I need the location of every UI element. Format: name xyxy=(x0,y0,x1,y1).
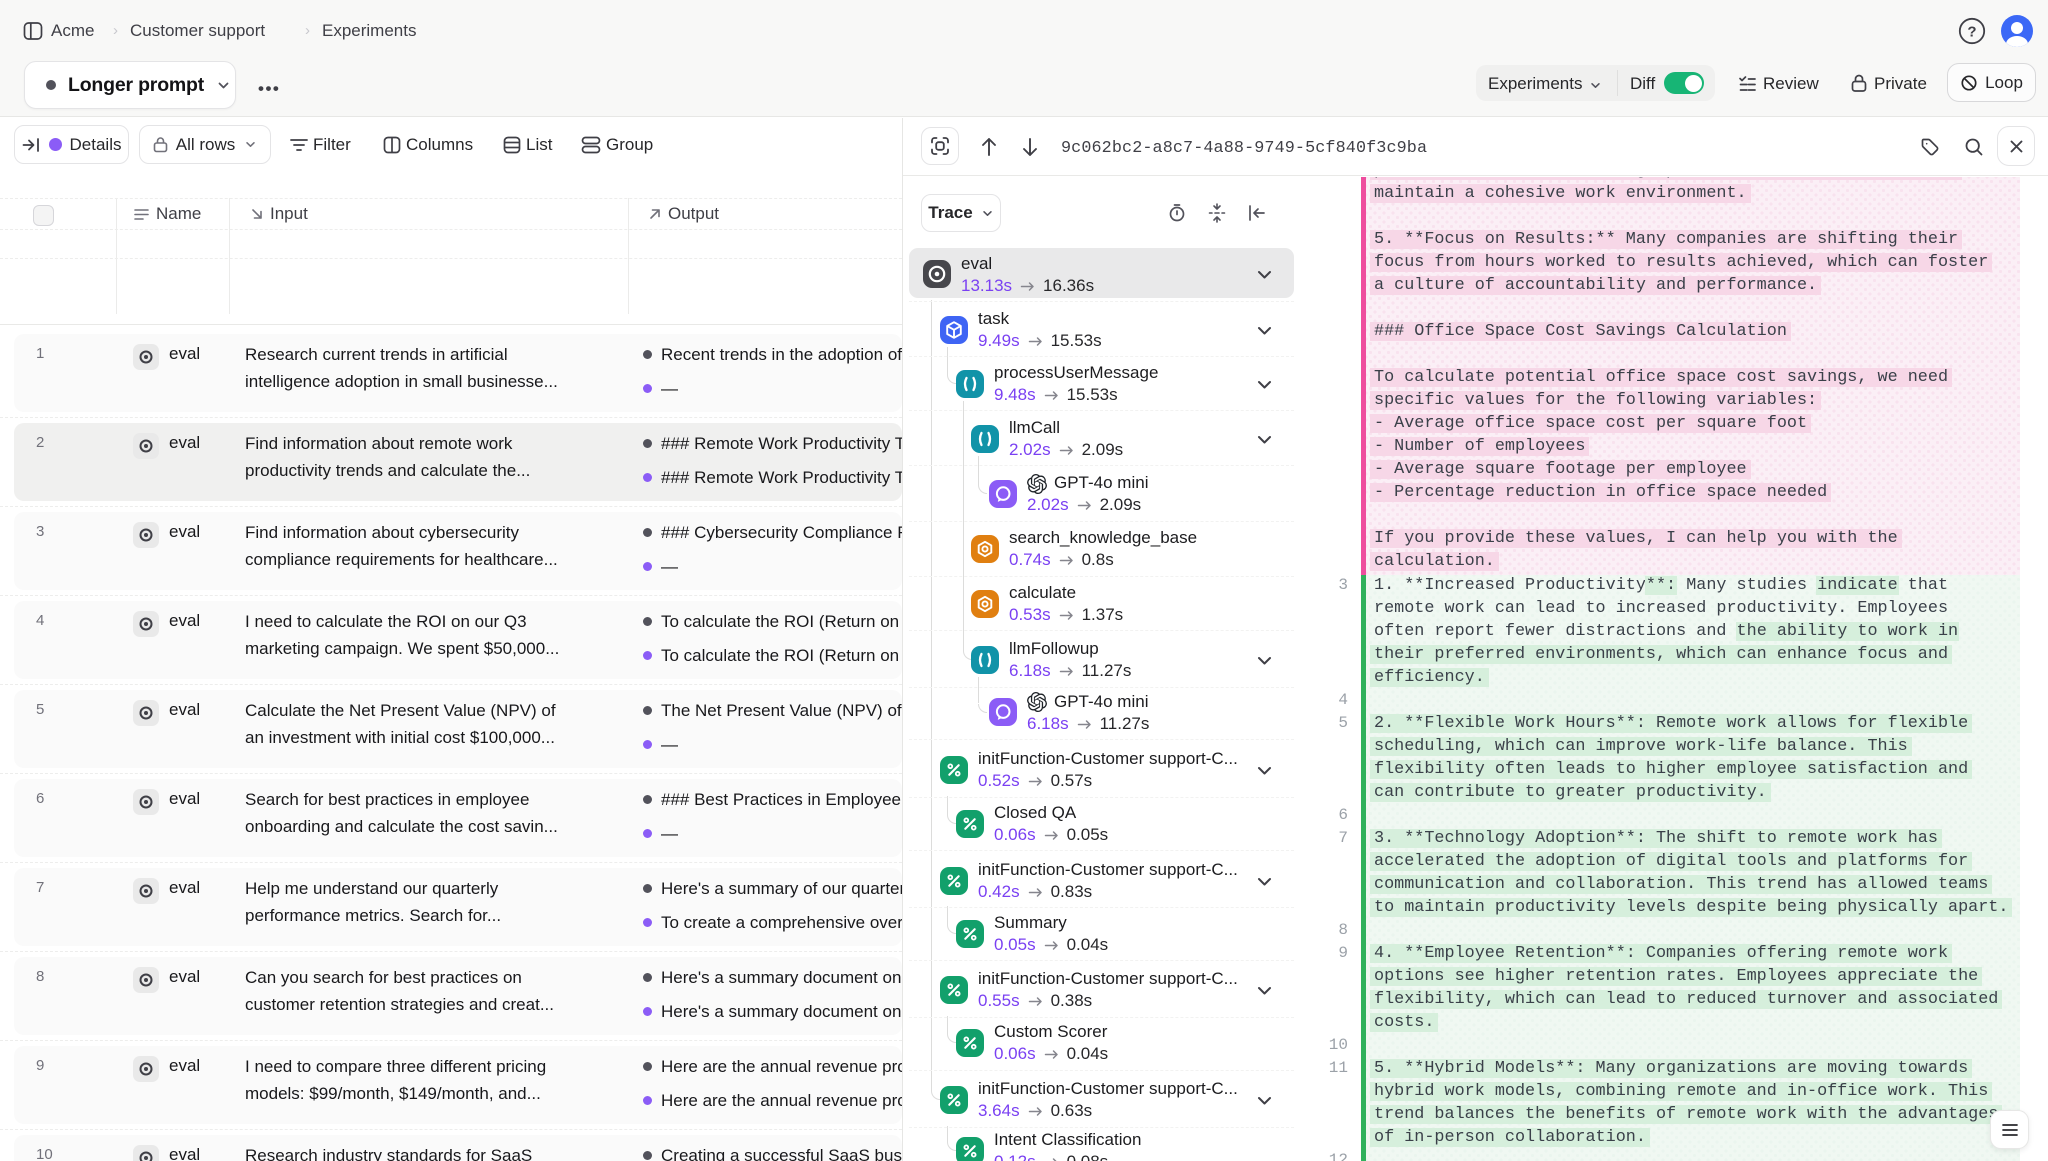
svg-text:?: ? xyxy=(1967,24,1976,41)
